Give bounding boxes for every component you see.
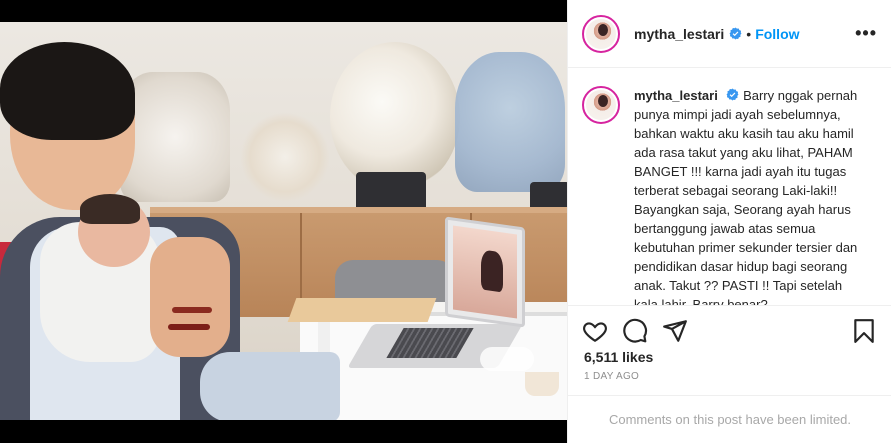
likes-count[interactable]: 6,511 likes xyxy=(568,347,891,365)
post-sidebar: mytha_lestari • Follow ••• mytha_lestari… xyxy=(567,0,891,443)
verified-badge-icon xyxy=(729,27,742,40)
bookmark-icon[interactable] xyxy=(851,318,877,344)
more-options-icon[interactable]: ••• xyxy=(855,23,877,44)
verified-badge-icon xyxy=(726,88,739,101)
table-mat xyxy=(287,298,437,322)
gift-basket xyxy=(120,72,230,202)
bracelet xyxy=(172,307,212,313)
baby-hair xyxy=(80,194,140,224)
flower-bouquet xyxy=(330,42,460,192)
heart-icon[interactable] xyxy=(582,318,608,344)
caption-username[interactable]: mytha_lestari xyxy=(634,88,718,103)
comments-limited-notice: Comments on this post have been limited. xyxy=(568,395,891,443)
post-photo[interactable] xyxy=(0,22,567,420)
bracelet-2 xyxy=(168,324,210,330)
cup xyxy=(525,372,559,396)
avatar[interactable] xyxy=(582,14,620,53)
post-header: mytha_lestari • Follow ••• xyxy=(568,0,891,68)
man-hair xyxy=(0,42,135,140)
caption-avatar[interactable] xyxy=(582,86,620,124)
follow-button[interactable]: Follow xyxy=(755,26,799,42)
username-link[interactable]: mytha_lestari xyxy=(634,26,724,42)
separator-dot: • xyxy=(746,25,752,42)
laptop-screen xyxy=(445,216,525,328)
share-icon[interactable] xyxy=(662,318,688,344)
flower-bouquet-small xyxy=(240,112,330,202)
man-arm xyxy=(150,237,230,357)
caption-body: Barry nggak pernah punya mimpi jadi ayah… xyxy=(634,88,858,305)
baby-legs xyxy=(200,352,340,420)
action-bar xyxy=(568,305,891,347)
baby-bottle xyxy=(480,347,534,371)
caption-area: mytha_lestari Barry nggak pernah punya m… xyxy=(568,68,891,305)
blue-gift-bag xyxy=(455,52,565,192)
comment-icon[interactable] xyxy=(622,318,648,344)
caption: mytha_lestari Barry nggak pernah punya m… xyxy=(634,86,866,305)
post-date[interactable]: 1 DAY AGO xyxy=(568,365,891,382)
